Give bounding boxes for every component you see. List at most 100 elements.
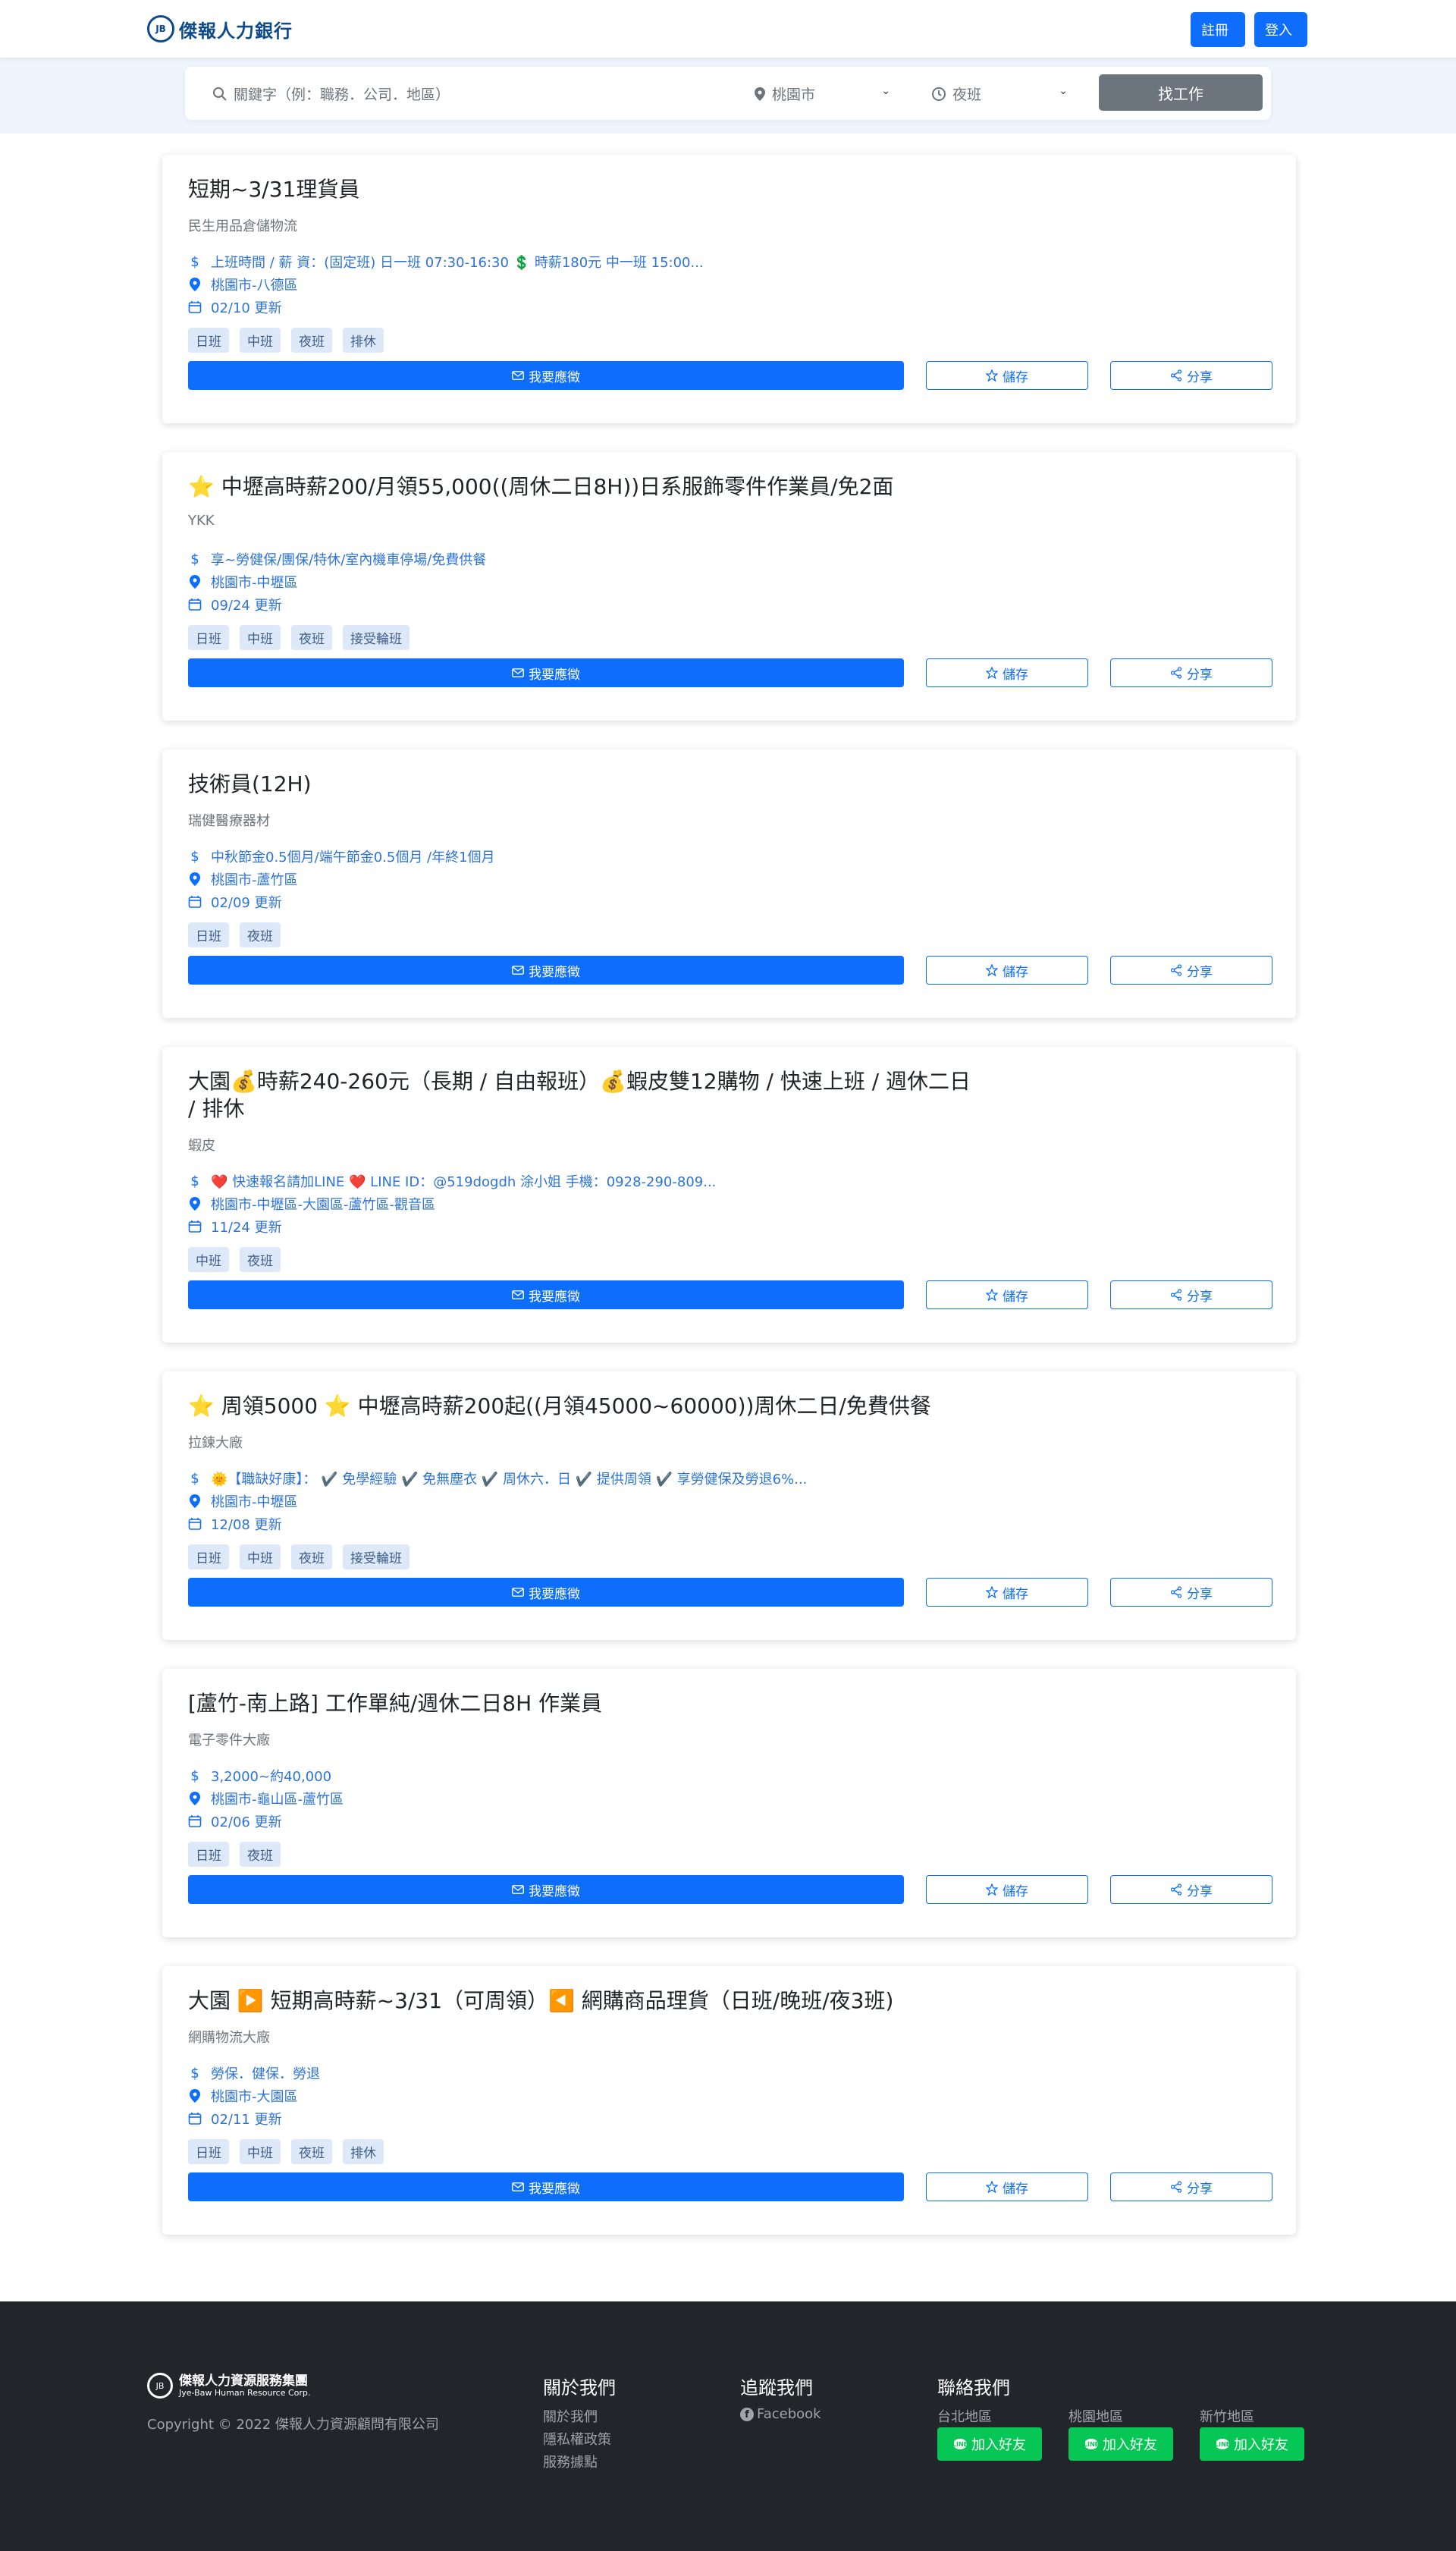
search-box: 關鍵字（例：職務．公司．地區） 桃園市 ⌄ 夜班 ⌄ 找工作 (185, 67, 1271, 120)
line-icon: LINE (1084, 2439, 1099, 2449)
map-pin-icon (190, 2089, 200, 2103)
shift-tags: 日班 夜班 (188, 1842, 281, 1867)
apply-button[interactable]: 我要應徵 (188, 361, 904, 390)
shift-tag: 中班 (240, 1544, 281, 1569)
apply-button[interactable]: 我要應徵 (188, 1280, 904, 1309)
updated-text: 02/10 更新 (211, 300, 282, 316)
apply-label: 我要應徵 (529, 369, 580, 385)
shift-tag: 日班 (188, 2139, 229, 2164)
job-title-link[interactable]: 大園💰時薪240-260元（長期 / 自由報班）💰蝦皮雙12購物 / 快速上班 … (188, 1068, 984, 1123)
job-card: [蘆竹-南上路] 工作單純/週休二日8H 作業員 電子零件大廠 $3,2000~約4… (162, 1669, 1296, 1937)
line-label: 加入好友 (1234, 2437, 1288, 2453)
save-button[interactable]: 儲存 (926, 1875, 1088, 1904)
share-button[interactable]: 分享 (1110, 2172, 1272, 2201)
line-add-friend-taipei[interactable]: LINE 加入好友 (937, 2427, 1042, 2461)
login-button[interactable]: 登入 (1254, 12, 1307, 47)
save-button[interactable]: 儲存 (926, 361, 1088, 390)
location-line: 桃園市-龜山區-蘆竹區 (188, 1789, 344, 1808)
save-button[interactable]: 儲存 (926, 2172, 1088, 2201)
updated-text: 02/09 更新 (211, 895, 282, 911)
star-icon (986, 964, 998, 976)
save-button[interactable]: 儲存 (926, 956, 1088, 985)
job-card: ⭐ 中壢高時薪200/月領55,000((周休二日8H))日系服飾零件作業員/免… (162, 452, 1296, 721)
locations-link[interactable]: 服務據點 (543, 2452, 598, 2471)
job-title-link[interactable]: [蘆竹-南上路] 工作單純/週休二日8H 作業員 (188, 1690, 984, 1717)
updated-line: 12/08 更新 (188, 1514, 282, 1534)
share-icon (1170, 964, 1182, 976)
apply-button[interactable]: 我要應徵 (188, 956, 904, 985)
map-pin-icon (755, 86, 765, 101)
region-taoyuan: 桃園地區 (1068, 2409, 1123, 2425)
location-select[interactable]: 桃園市 ⌄ (754, 83, 890, 104)
register-button[interactable]: 註冊 (1191, 12, 1245, 47)
envelope-icon (512, 1885, 524, 1894)
shift-value: 夜班 (952, 86, 982, 103)
job-title-link[interactable]: ⭐ 中壢高時薪200/月領55,000((周休二日8H))日系服飾零件作業員/免… (188, 473, 984, 501)
envelope-icon (512, 371, 524, 380)
keyword-placeholder: 關鍵字（例：職務．公司．地區） (234, 86, 450, 103)
line-add-friend-hsinchu[interactable]: LINE 加入好友 (1200, 2427, 1304, 2461)
job-title-link[interactable]: 短期~3/31理貨員 (188, 176, 984, 203)
facebook-link[interactable]: f Facebook (740, 2406, 821, 2422)
shift-tag: 日班 (188, 1544, 229, 1569)
share-button[interactable]: 分享 (1110, 658, 1272, 687)
brand-link[interactable]: JB 傑報人力銀行 (147, 14, 293, 44)
region-hsinchu: 新竹地區 (1200, 2409, 1254, 2425)
calendar-icon (188, 598, 202, 611)
share-button[interactable]: 分享 (1110, 956, 1272, 985)
privacy-link[interactable]: 隱私權政策 (543, 2429, 611, 2449)
footer-logo-icon: JB (147, 2373, 173, 2399)
job-title-link[interactable]: 技術員(12H) (188, 771, 984, 798)
save-button[interactable]: 儲存 (926, 658, 1088, 687)
apply-label: 我要應徵 (529, 667, 580, 683)
updated-line: 09/24 更新 (188, 595, 282, 614)
share-label: 分享 (1187, 1883, 1213, 1899)
share-button[interactable]: 分享 (1110, 1578, 1272, 1607)
star-icon (986, 667, 998, 679)
find-job-button[interactable]: 找工作 (1099, 74, 1263, 111)
star-icon (986, 1586, 998, 1598)
line-label: 加入好友 (971, 2437, 1026, 2453)
line-add-friend-taoyuan[interactable]: LINE 加入好友 (1068, 2427, 1173, 2461)
save-label: 儲存 (1003, 369, 1028, 385)
share-button[interactable]: 分享 (1110, 1280, 1272, 1309)
shift-tag: 排休 (343, 328, 384, 353)
shift-tag: 日班 (188, 625, 229, 650)
salary-line: $3,2000~約40,000 (188, 1766, 331, 1786)
shift-select[interactable]: 夜班 ⌄ (931, 83, 1068, 104)
star-icon (986, 1289, 998, 1301)
share-icon (1170, 2181, 1182, 2193)
salary-text: 勞保．健保．勞退 (211, 2066, 320, 2082)
job-title-link[interactable]: 大園 ▶️ 短期高時薪~3/31（可周領）◀️ 網購商品理貨（日班/晚班/夜3班… (188, 1987, 984, 2015)
updated-line: 02/06 更新 (188, 1811, 282, 1831)
apply-button[interactable]: 我要應徵 (188, 658, 904, 687)
about-link[interactable]: 關於我們 (543, 2406, 598, 2426)
location-line: 桃園市-蘆竹區 (188, 869, 298, 889)
shift-tag: 中班 (188, 1247, 229, 1272)
shift-tag: 中班 (240, 328, 281, 353)
apply-button[interactable]: 我要應徵 (188, 1875, 904, 1904)
shift-tags: 日班 中班 夜班 接受輪班 (188, 1544, 410, 1569)
envelope-icon (512, 668, 524, 677)
salary-line: $ 🌞【職缺好康】： ✔️ 免學經驗 ✔️ 免無塵衣 ✔️ 周休六．日 ✔️ 提供… (188, 1469, 807, 1488)
navbar: JB 傑報人力銀行 註冊 登入 (0, 0, 1456, 58)
apply-button[interactable]: 我要應徵 (188, 1578, 904, 1607)
job-title-link[interactable]: ⭐ 周領5000 ⭐ 中壢高時薪200起((月領45000~60000))周休二… (188, 1393, 984, 1420)
keyword-input[interactable]: 關鍵字（例：職務．公司．地區） (212, 83, 450, 104)
location-text: 桃園市-中壢區-大園區-蘆竹區-觀音區 (211, 1197, 435, 1213)
apply-label: 我要應徵 (529, 1883, 580, 1899)
line-icon: LINE (952, 2439, 968, 2449)
share-button[interactable]: 分享 (1110, 1875, 1272, 1904)
apply-button[interactable]: 我要應徵 (188, 2172, 904, 2201)
calendar-icon (188, 1518, 202, 1530)
share-label: 分享 (1187, 369, 1213, 385)
star-icon (986, 1883, 998, 1896)
location-value: 桃園市 (772, 86, 816, 103)
save-label: 儲存 (1003, 1883, 1028, 1899)
job-card: 大園💰時薪240-260元（長期 / 自由報班）💰蝦皮雙12購物 / 快速上班 … (162, 1047, 1296, 1343)
save-button[interactable]: 儲存 (926, 1280, 1088, 1309)
share-button[interactable]: 分享 (1110, 361, 1272, 390)
save-button[interactable]: 儲存 (926, 1578, 1088, 1607)
shift-tag: 接受輪班 (343, 625, 410, 650)
location-line: 桃園市-中壢區 (188, 1491, 298, 1511)
